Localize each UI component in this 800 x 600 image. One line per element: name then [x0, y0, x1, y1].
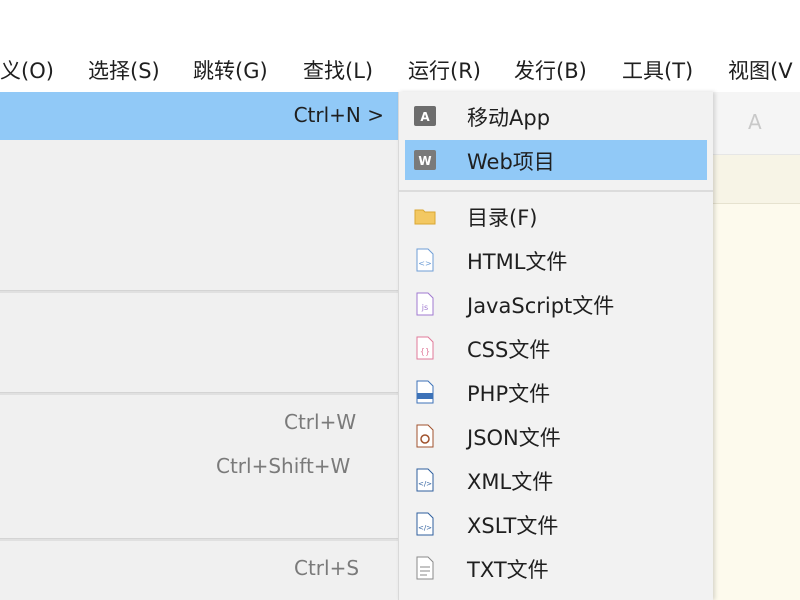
submenu-item-label: 移动App [467, 106, 551, 130]
menu-view[interactable]: 视图(V [728, 58, 793, 84]
submenu-item-label: TXT文件 [467, 558, 549, 582]
menu-run[interactable]: 运行(R) [408, 58, 481, 84]
font-icon: A [748, 110, 762, 134]
web-project-icon: W [413, 148, 437, 172]
submenu-item-mobile-app[interactable]: A 移动App [405, 96, 707, 136]
submenu-item-css-file[interactable]: {} CSS文件 [405, 328, 707, 368]
html-file-icon: <> [413, 248, 437, 272]
menu-define[interactable]: 义(O) [0, 58, 54, 84]
menu-tools[interactable]: 工具(T) [622, 58, 693, 84]
php-file-icon [413, 380, 437, 404]
svg-text:{}: {} [420, 347, 430, 356]
menu-separator [0, 392, 398, 395]
submenu-item-label: XSLT文件 [467, 514, 559, 538]
close-shortcut[interactable]: Ctrl+W [284, 410, 356, 434]
xslt-file-icon: </> [413, 512, 437, 536]
submenu-item-xml-file[interactable]: </> XML文件 [405, 460, 707, 500]
css-file-icon: {} [413, 336, 437, 360]
submenu-item-label: JSON文件 [467, 426, 561, 450]
new-shortcut: Ctrl+N > [293, 103, 384, 127]
svg-text:</>: </> [418, 524, 432, 532]
svg-text:js: js [421, 303, 428, 312]
svg-text:W: W [418, 154, 431, 168]
editor-tab-strip [712, 155, 800, 204]
mobile-app-icon: A [413, 104, 437, 128]
submenu-item-web-project[interactable]: W Web项目 [405, 140, 707, 180]
menu-goto[interactable]: 跳转(G) [193, 58, 268, 84]
menu-item-new[interactable]: Ctrl+N > [0, 92, 398, 140]
submenu-item-label: JavaScript文件 [467, 294, 615, 318]
submenu-item-label: Web项目 [467, 150, 555, 174]
submenu-item-label: XML文件 [467, 470, 554, 494]
submenu-separator [399, 190, 713, 192]
xml-file-icon: </> [413, 468, 437, 492]
txt-file-icon [413, 556, 437, 580]
submenu-item-html-file[interactable]: <> HTML文件 [405, 240, 707, 280]
submenu-item-javascript-file[interactable]: js JavaScript文件 [405, 284, 707, 324]
menu-select[interactable]: 选择(S) [88, 58, 160, 84]
editor-toolbar: A [712, 92, 800, 155]
submenu-item-label: HTML文件 [467, 250, 568, 274]
submenu-item-php-file[interactable]: PHP文件 [405, 372, 707, 412]
close-all-shortcut[interactable]: Ctrl+Shift+W [216, 454, 350, 478]
javascript-file-icon: js [413, 292, 437, 316]
new-submenu: A 移动App W Web项目 目录(F) <> HTML文件 js JavaS… [398, 92, 713, 600]
menu-bar: 义(O) 选择(S) 跳转(G) 查找(L) 运行(R) 发行(B) 工具(T)… [0, 50, 800, 92]
editor-area: A [712, 92, 800, 600]
submenu-item-txt-file[interactable]: TXT文件 [405, 548, 707, 588]
submenu-item-xslt-file[interactable]: </> XSLT文件 [405, 504, 707, 544]
menu-publish[interactable]: 发行(B) [514, 58, 587, 84]
save-shortcut[interactable]: Ctrl+S [294, 556, 359, 580]
menu-separator [0, 290, 398, 293]
submenu-item-label: PHP文件 [467, 382, 551, 406]
svg-text:</>: </> [418, 480, 432, 488]
file-dropdown-menu: Ctrl+N > Ctrl+W Ctrl+Shift+W Ctrl+S [0, 92, 398, 600]
json-file-icon [413, 424, 437, 448]
submenu-item-label: 目录(F) [467, 206, 538, 230]
submenu-item-label: CSS文件 [467, 338, 551, 362]
folder-icon [413, 204, 437, 228]
menu-separator [0, 538, 398, 541]
submenu-item-json-file[interactable]: JSON文件 [405, 416, 707, 456]
svg-text:A: A [420, 110, 430, 124]
submenu-item-folder[interactable]: 目录(F) [405, 196, 707, 236]
menu-find[interactable]: 查找(L) [303, 58, 373, 84]
svg-text:<>: <> [418, 259, 431, 268]
